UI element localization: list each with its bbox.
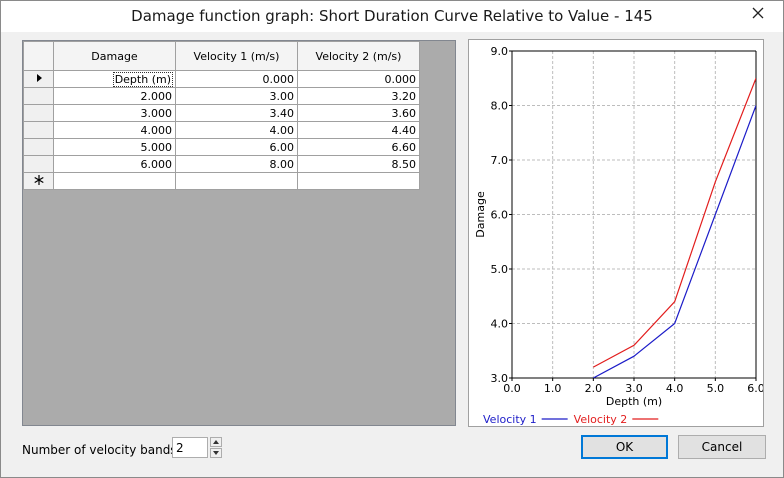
grid-cell[interactable]: Depth (m) — [53, 70, 176, 88]
grid-cell[interactable]: 6.00 — [175, 138, 298, 156]
chart-panel: 0.0 1.0 2.0 3.0 4.0 5.0 6.0 3.0 4.0 5.0 6.0 7.0 8.0 9… — [468, 39, 765, 427]
new-row[interactable] — [23, 172, 420, 190]
y-tick-label: 4.0 — [491, 318, 509, 331]
y-tick-label: 9.0 — [491, 45, 509, 58]
x-tick-label: 1.0 — [544, 382, 562, 395]
grid-cell[interactable]: 3.60 — [297, 104, 420, 122]
grid-cell-text: Depth (m) — [112, 71, 174, 87]
y-axis-label: Damage — [474, 191, 487, 238]
column-header-velocity-1[interactable]: Velocity 1 (m/s) — [175, 41, 298, 71]
grid-cell[interactable] — [175, 172, 298, 190]
dialog-window: Damage function graph: Short Duration Cu… — [0, 0, 784, 478]
column-header-damage[interactable]: Damage — [53, 41, 176, 71]
grid-cell[interactable]: 8.00 — [175, 155, 298, 173]
grid-cell[interactable]: 4.000 — [53, 121, 176, 139]
legend-label-2: Velocity 2 — [574, 413, 628, 426]
grid-cell[interactable] — [53, 172, 176, 190]
row-header[interactable] — [23, 121, 54, 139]
row-header[interactable] — [23, 172, 54, 190]
grid-cell[interactable]: 4.00 — [175, 121, 298, 139]
y-tick-label: 7.0 — [491, 154, 509, 167]
velocity-bands-input[interactable] — [172, 437, 208, 458]
x-tick-label: 4.0 — [666, 382, 684, 395]
table-row[interactable]: 5.000 6.00 6.60 — [23, 138, 420, 156]
grid-cell[interactable]: 3.000 — [53, 104, 176, 122]
grid-cell[interactable]: 6.000 — [53, 155, 176, 173]
row-header[interactable] — [23, 104, 54, 122]
row-header[interactable] — [23, 87, 54, 105]
column-header-velocity-2[interactable]: Velocity 2 (m/s) — [297, 41, 420, 71]
title-bar: Damage function graph: Short Duration Cu… — [1, 1, 783, 32]
grid-cell[interactable]: 0.000 — [175, 70, 298, 88]
x-tick-label: 6.0 — [747, 382, 763, 395]
legend-label-1: Velocity 1 — [483, 413, 537, 426]
row-header[interactable] — [23, 138, 54, 156]
ok-button[interactable]: OK — [581, 435, 668, 459]
row-header-corner[interactable] — [23, 41, 54, 71]
y-tick-label: 3.0 — [491, 372, 509, 385]
grid-cell[interactable]: 3.00 — [175, 87, 298, 105]
x-axis-label: Depth (m) — [606, 395, 662, 408]
data-grid-table: Damage Velocity 1 (m/s) Velocity 2 (m/s)… — [23, 41, 420, 190]
y-tick-label: 5.0 — [491, 263, 509, 276]
table-row[interactable]: Depth (m) 0.000 0.000 — [23, 70, 420, 88]
close-button[interactable] — [742, 2, 774, 24]
table-row[interactable]: 2.000 3.00 3.20 — [23, 87, 420, 105]
grid-cell[interactable]: 4.40 — [297, 121, 420, 139]
y-tick-label: 6.0 — [491, 209, 509, 222]
damage-chart: 0.0 1.0 2.0 3.0 4.0 5.0 6.03.04.05.06.07.08.09… — [474, 45, 765, 426]
velocity-bands-spinner[interactable] — [172, 437, 222, 459]
velocity-bands-label: Number of velocity bands: — [22, 443, 181, 457]
data-grid[interactable]: Damage Velocity 1 (m/s) Velocity 2 (m/s)… — [22, 40, 456, 426]
close-icon — [752, 7, 764, 19]
row-header[interactable] — [23, 155, 54, 173]
x-tick-label: 2.0 — [585, 382, 603, 395]
table-row[interactable]: 4.000 4.00 4.40 — [23, 121, 420, 139]
new-row-asterisk-icon — [33, 174, 44, 185]
window-title: Damage function graph: Short Duration Cu… — [131, 7, 653, 25]
grid-cell[interactable]: 3.40 — [175, 104, 298, 122]
grid-header-row: Damage Velocity 1 (m/s) Velocity 2 (m/s) — [23, 41, 420, 71]
spin-down-button[interactable] — [210, 448, 222, 458]
table-row[interactable]: 6.000 8.00 8.50 — [23, 155, 420, 173]
arrow-down-icon — [213, 451, 219, 455]
cancel-button[interactable]: Cancel — [678, 435, 766, 459]
row-header[interactable] — [23, 70, 54, 88]
current-row-arrow-icon — [36, 73, 42, 82]
x-tick-label: 3.0 — [625, 382, 643, 395]
spin-up-button[interactable] — [210, 437, 222, 447]
x-tick-label: 5.0 — [707, 382, 725, 395]
table-row[interactable]: 3.000 3.40 3.60 — [23, 104, 420, 122]
grid-cell[interactable]: 3.20 — [297, 87, 420, 105]
arrow-up-icon — [213, 440, 219, 444]
grid-cell[interactable]: 8.50 — [297, 155, 420, 173]
grid-cell[interactable]: 6.60 — [297, 138, 420, 156]
grid-cell[interactable] — [297, 172, 420, 190]
grid-cell[interactable]: 5.000 — [53, 138, 176, 156]
y-tick-label: 8.0 — [491, 100, 509, 113]
grid-cell[interactable]: 2.000 — [53, 87, 176, 105]
grid-cell[interactable]: 0.000 — [297, 70, 420, 88]
